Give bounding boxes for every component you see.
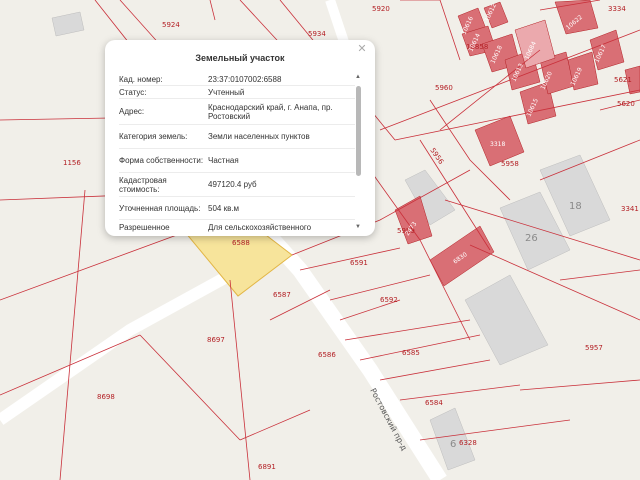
scroll-up-icon[interactable]: ▲	[355, 74, 361, 80]
svg-text:6588: 6588	[232, 239, 250, 247]
info-row-address: Адрес: Краснодарский край, г. Анапа, пр.…	[119, 99, 355, 125]
row-label: Статус:	[119, 87, 147, 97]
svg-text:6587: 6587	[273, 291, 291, 299]
parcel-info-popup: Земельный участок ✕ Кад. номер: 23:37:01…	[105, 40, 375, 236]
close-icon[interactable]: ✕	[355, 42, 369, 56]
info-row-status: Статус: Учтенный	[119, 86, 355, 99]
svg-text:1156: 1156	[63, 159, 81, 167]
svg-text:5934: 5934	[308, 30, 326, 38]
row-label: Адрес:	[119, 107, 145, 116]
row-label: Уточненная площадь:	[119, 203, 201, 213]
row-label: Форма собственности:	[119, 156, 204, 165]
scroll-thumb[interactable]	[356, 86, 361, 176]
svg-text:6585: 6585	[402, 349, 420, 357]
info-row-ownership: Форма собственности: Частная	[119, 149, 355, 173]
svg-text:3341: 3341	[621, 205, 639, 213]
svg-text:8697: 8697	[207, 336, 225, 344]
svg-text:5956: 5956	[428, 147, 445, 167]
svg-text:3318: 3318	[490, 141, 505, 148]
row-value: Для сельскохозяйственного	[208, 222, 312, 232]
svg-text:6: 6	[450, 439, 456, 450]
svg-text:5621: 5621	[614, 76, 632, 84]
svg-text:5957: 5957	[585, 344, 603, 352]
svg-text:6584: 6584	[425, 399, 443, 407]
svg-text:8698: 8698	[97, 393, 115, 401]
row-value: Учтенный	[208, 87, 245, 97]
info-row-cadastral-value: Кадастровая стоимость: 497120.4 руб	[119, 173, 355, 197]
row-value: 504 кв.м	[208, 203, 240, 213]
road	[0, 269, 233, 425]
scroll-down-icon[interactable]: ▼	[355, 224, 361, 230]
row-label: Разрешенное	[119, 222, 170, 232]
svg-text:3334: 3334	[608, 5, 626, 13]
svg-text:5920: 5920	[372, 5, 390, 13]
popup-scrollbar[interactable]: ▲ ▼	[355, 74, 361, 230]
popup-title: Земельный участок	[195, 53, 285, 63]
info-row-permitted-use: Разрешенное Для сельскохозяйственного	[119, 220, 355, 234]
svg-text:5958: 5958	[501, 160, 519, 168]
svg-text:5924: 5924	[162, 21, 180, 29]
info-row-land-category: Категория земель: Земли населенных пункт…	[119, 125, 355, 149]
svg-text:26: 26	[525, 233, 538, 244]
info-row-area: Уточненная площадь: 504 кв.м	[119, 197, 355, 220]
row-label: Кад. номер:	[119, 74, 163, 84]
row-label: Кадастровая стоимость:	[119, 175, 167, 194]
row-label: Категория земель:	[119, 132, 188, 141]
svg-text:6586: 6586	[318, 351, 336, 359]
svg-text:18: 18	[569, 201, 582, 212]
svg-text:6891: 6891	[258, 463, 276, 471]
row-value: Краснодарский край, г. Анапа, пр. Ростов…	[208, 102, 333, 121]
row-value: Частная	[208, 156, 239, 165]
svg-text:5960: 5960	[435, 84, 453, 92]
svg-text:6328: 6328	[459, 439, 477, 447]
svg-text:6591: 6591	[350, 259, 368, 267]
svg-text:6592: 6592	[380, 296, 398, 304]
parcel-info-table: Кад. номер: 23:37:0107002:6588 Статус: У…	[119, 73, 355, 234]
row-value: 497120.4 руб	[208, 180, 257, 189]
info-row-cadastral-number: Кад. номер: 23:37:0107002:6588	[119, 73, 355, 86]
svg-text:5620: 5620	[617, 100, 635, 108]
row-value: 23:37:0107002:6588	[208, 74, 282, 84]
row-value: Земли населенных пунктов	[208, 132, 310, 141]
